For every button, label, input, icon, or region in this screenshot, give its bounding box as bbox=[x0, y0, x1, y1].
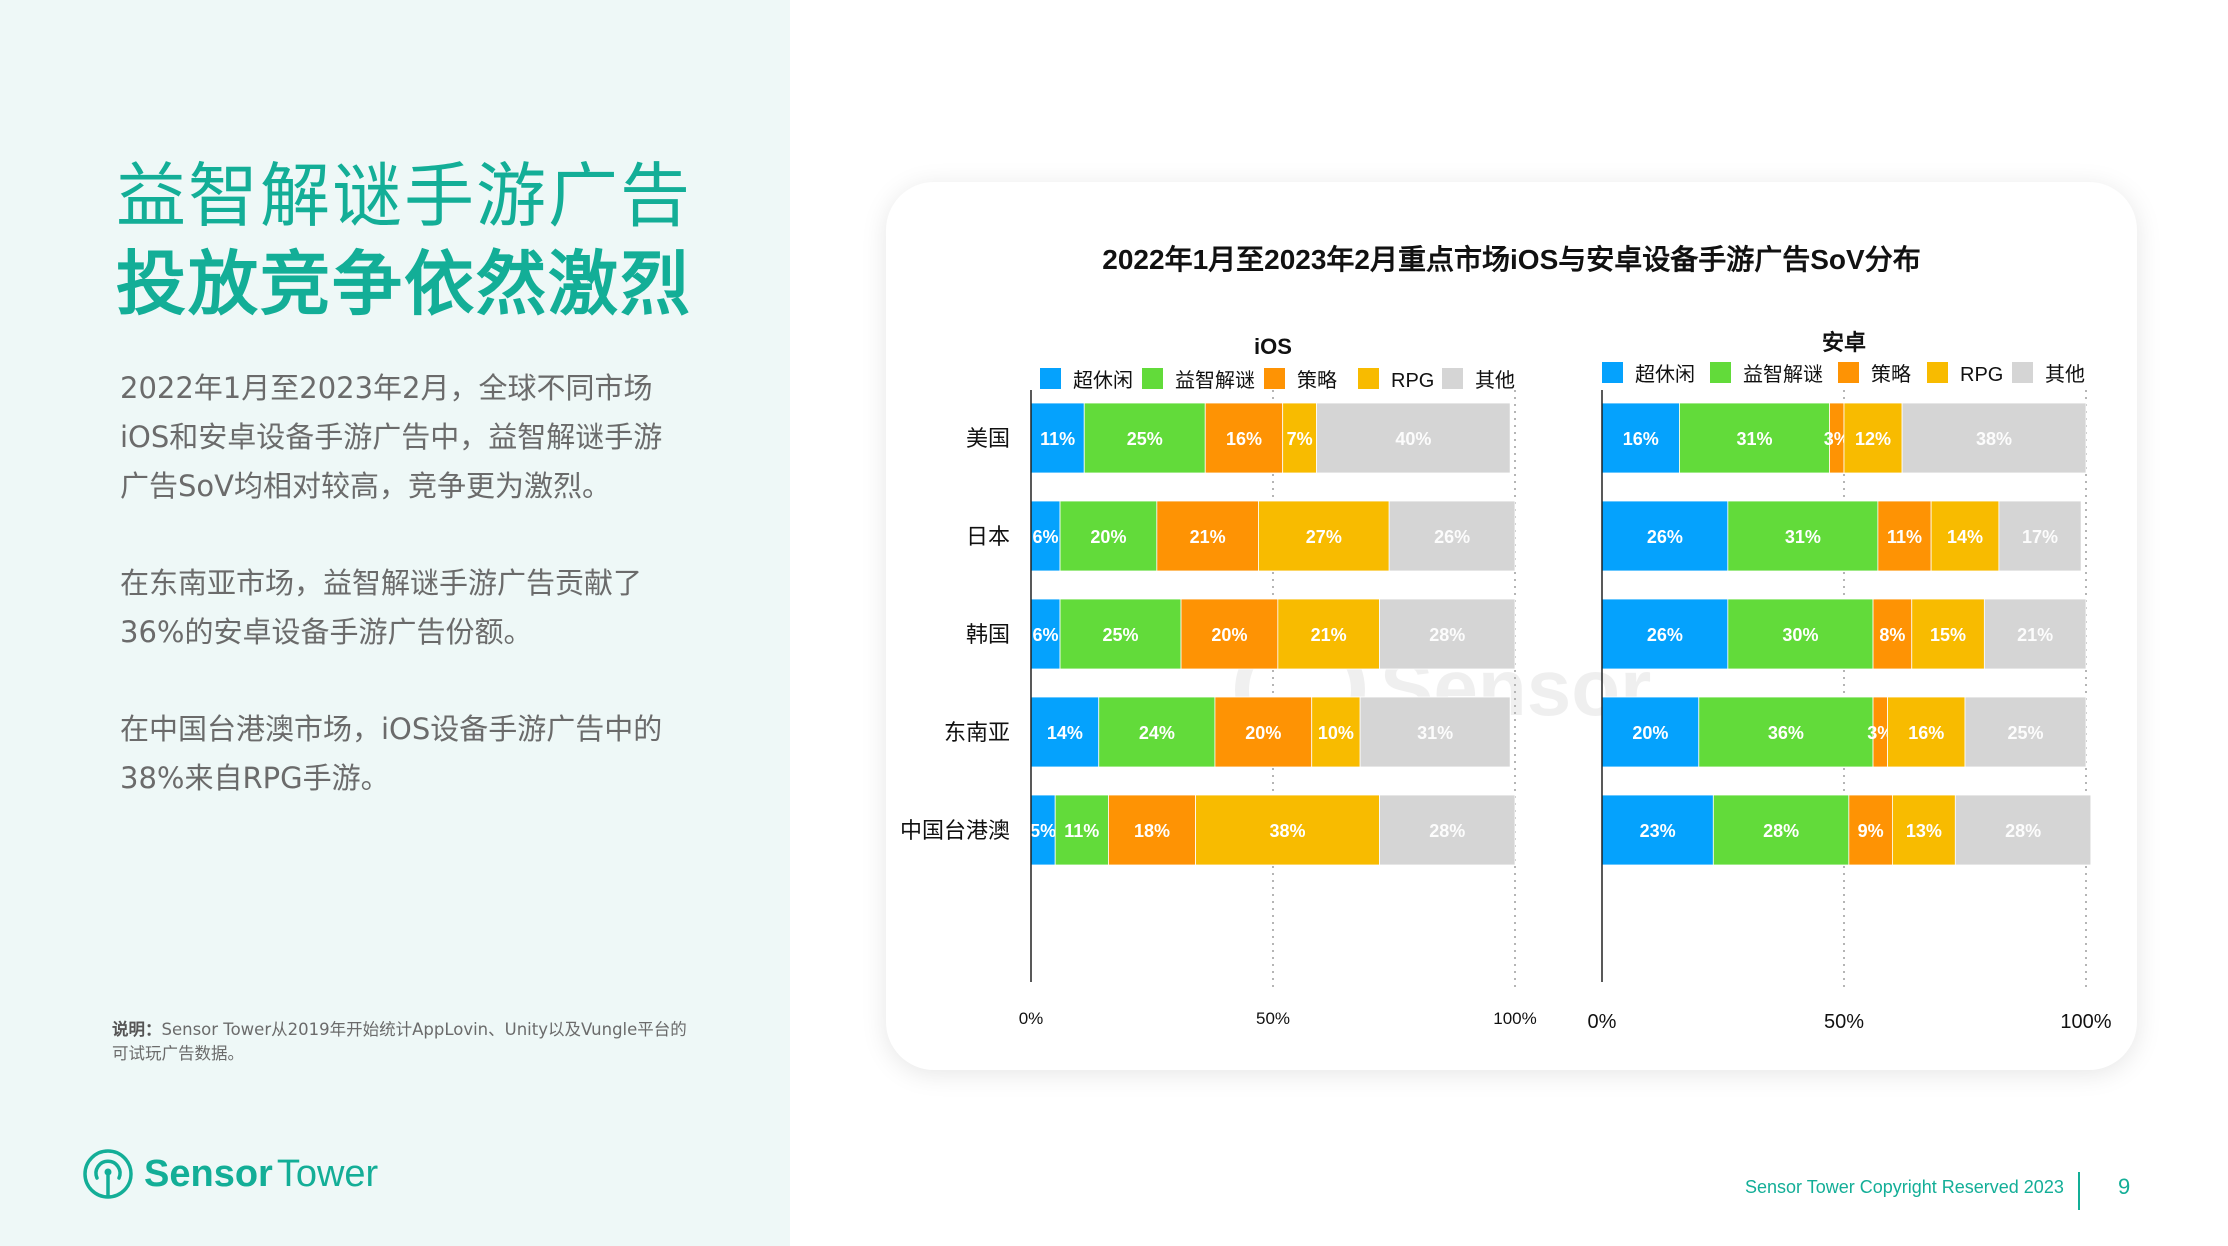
bar-data-label: 20% bbox=[1090, 527, 1126, 547]
x-tick-label: 100% bbox=[1493, 1009, 1536, 1028]
legend-swatch-1 bbox=[1142, 368, 1163, 389]
bar-data-label: 10% bbox=[1318, 723, 1354, 743]
x-tick-label: 0% bbox=[1019, 1009, 1044, 1028]
category-label: 中国台港澳 bbox=[900, 818, 1010, 843]
panel-title-1: 安卓 bbox=[1822, 330, 1866, 355]
bar-data-label: 15% bbox=[1930, 625, 1966, 645]
legend-swatch-2 bbox=[1838, 362, 1859, 383]
bar-data-label: 11% bbox=[1064, 821, 1099, 841]
bar-data-label: 30% bbox=[1782, 625, 1818, 645]
legend-label-2: 策略 bbox=[1871, 363, 1911, 386]
bar-data-label: 24% bbox=[1139, 723, 1175, 743]
bar-data-label: 28% bbox=[1763, 821, 1799, 841]
x-tick-label: 50% bbox=[1824, 1011, 1864, 1033]
bar-data-label: 26% bbox=[1434, 527, 1470, 547]
bar-data-label: 9% bbox=[1858, 821, 1884, 841]
category-label: 东南亚 bbox=[944, 720, 1010, 745]
bar-data-label: 16% bbox=[1623, 429, 1659, 449]
bar-data-label: 38% bbox=[1270, 821, 1306, 841]
category-label: 日本 bbox=[966, 524, 1010, 549]
bar-data-label: 12% bbox=[1855, 429, 1891, 449]
bar-data-label: 11% bbox=[1040, 429, 1075, 449]
bar-data-label: 31% bbox=[1417, 723, 1453, 743]
bar-data-label: 5% bbox=[1030, 821, 1056, 841]
legend-swatch-0 bbox=[1040, 368, 1061, 389]
category-label: 美国 bbox=[966, 426, 1010, 451]
legend-swatch-2 bbox=[1264, 368, 1285, 389]
legend-label-4: 其他 bbox=[1475, 369, 1515, 392]
legend-label-3: RPG bbox=[1960, 364, 2003, 386]
panel-title-0: iOS bbox=[1254, 334, 1292, 359]
x-tick-label: 100% bbox=[2060, 1011, 2111, 1033]
bar-data-label: 28% bbox=[1429, 625, 1465, 645]
bar-data-label: 16% bbox=[1226, 429, 1262, 449]
bar-data-label: 13% bbox=[1906, 821, 1942, 841]
bar-data-label: 11% bbox=[1887, 527, 1922, 547]
legend-label-1: 益智解谜 bbox=[1743, 363, 1823, 386]
legend-label-1: 益智解谜 bbox=[1175, 369, 1255, 392]
bar-data-label: 14% bbox=[1947, 527, 1983, 547]
legend-swatch-0 bbox=[1602, 362, 1623, 383]
x-tick-label: 50% bbox=[1256, 1009, 1290, 1028]
legend-swatch-3 bbox=[1358, 368, 1379, 389]
legend-label-3: RPG bbox=[1391, 370, 1434, 392]
bar-data-label: 20% bbox=[1245, 723, 1281, 743]
bar-data-label: 28% bbox=[2005, 821, 2041, 841]
legend-label-2: 策略 bbox=[1297, 369, 1337, 392]
bar-data-label: 6% bbox=[1033, 527, 1059, 547]
legend-swatch-4 bbox=[2012, 362, 2033, 383]
bar-data-label: 25% bbox=[1127, 429, 1163, 449]
bar-data-label: 26% bbox=[1647, 527, 1683, 547]
legend-swatch-3 bbox=[1927, 362, 1948, 383]
bar-data-label: 8% bbox=[1879, 625, 1905, 645]
bar-data-label: 31% bbox=[1785, 527, 1821, 547]
bar-data-label: 6% bbox=[1033, 625, 1059, 645]
legend-swatch-1 bbox=[1710, 362, 1731, 383]
x-tick-label: 0% bbox=[1588, 1011, 1617, 1033]
bar-data-label: 38% bbox=[1976, 429, 2012, 449]
bar-data-label: 21% bbox=[1190, 527, 1226, 547]
bar-data-label: 25% bbox=[2007, 723, 2043, 743]
bar-data-label: 28% bbox=[1429, 821, 1465, 841]
bar-data-label: 14% bbox=[1047, 723, 1083, 743]
bar-data-label: 26% bbox=[1647, 625, 1683, 645]
bar-data-label: 21% bbox=[2017, 625, 2053, 645]
bar-data-label: 40% bbox=[1395, 429, 1431, 449]
bar-data-label: 25% bbox=[1103, 625, 1139, 645]
category-label: 韩国 bbox=[966, 622, 1010, 647]
bar-data-label: 7% bbox=[1287, 429, 1313, 449]
bar-data-label: 20% bbox=[1211, 625, 1247, 645]
bar-data-label: 20% bbox=[1632, 723, 1668, 743]
bar-data-label: 16% bbox=[1908, 723, 1944, 743]
bar-data-label: 18% bbox=[1134, 821, 1170, 841]
chart-area: SensoriOS超休闲 益智解谜 策略 RPG 其他11% 25% 16% 7% 40%6% 2… bbox=[900, 330, 2112, 1033]
bar-data-label: 27% bbox=[1306, 527, 1342, 547]
legend-label-4: 其他 bbox=[2045, 363, 2085, 386]
bar-data-label: 21% bbox=[1311, 625, 1347, 645]
legend-label-0: 超休闲 bbox=[1073, 369, 1133, 392]
legend-label-0: 超休闲 bbox=[1635, 363, 1695, 386]
bar-data-label: 23% bbox=[1640, 821, 1676, 841]
bar-data-label: 36% bbox=[1768, 723, 1804, 743]
bar-data-label: 17% bbox=[2022, 527, 2058, 547]
legend-swatch-4 bbox=[1442, 368, 1463, 389]
bar-data-label: 31% bbox=[1736, 429, 1772, 449]
